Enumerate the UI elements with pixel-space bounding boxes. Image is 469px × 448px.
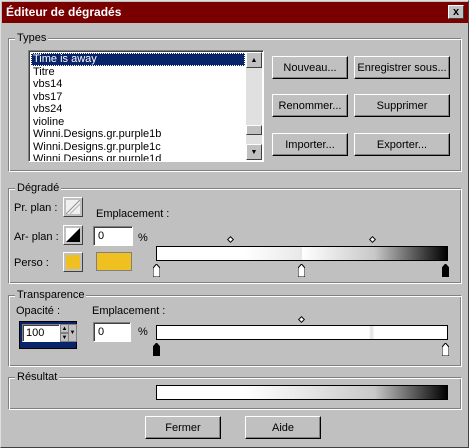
gradient-types-items: Time is away Titre vbs14 vbs17 vbs24 violine W…	[31, 53, 245, 161]
background-label: Ar- plan :	[14, 231, 59, 243]
close-button[interactable]: Fermer	[145, 416, 221, 439]
list-item[interactable]: Titre	[31, 66, 245, 79]
arrow-down-icon: ▼	[250, 148, 258, 156]
list-scrollbar[interactable]: ▲ ▼	[246, 52, 262, 160]
result-preview-bar	[156, 385, 448, 400]
transparency-location-input[interactable]: 0	[93, 322, 131, 342]
transparency-stop-start[interactable]	[153, 343, 160, 356]
custom-label: Perso :	[14, 257, 49, 269]
export-button[interactable]: Exporter...	[354, 133, 450, 156]
title-bar[interactable]: Éditeur de dégradés x	[2, 2, 468, 23]
gradient-preview-bar[interactable]	[156, 246, 448, 261]
opacity-value: 100	[26, 327, 45, 339]
opacity-dropdown[interactable]: ▼	[68, 324, 77, 342]
list-item[interactable]: Winni.Designs.gr.purple1c	[31, 141, 245, 154]
list-item[interactable]: Winni.Designs.gr.purple1d	[31, 153, 245, 161]
transparency-location-value: 0	[98, 326, 105, 338]
gradient-stop-start[interactable]	[153, 264, 160, 277]
transparency-location-label: Emplacement :	[92, 305, 166, 317]
close-icon: x	[452, 5, 460, 18]
list-item[interactable]: vbs14	[31, 78, 245, 91]
list-item[interactable]: Winni.Designs.gr.purple1b	[31, 128, 245, 141]
gradient-stop-end[interactable]	[442, 264, 449, 277]
gradient-location-input[interactable]: 0	[93, 226, 133, 246]
transparency-preview-bar[interactable]	[156, 325, 448, 340]
gradient-editor-window: Éditeur de dégradés x Types Time is away…	[0, 0, 469, 448]
foreground-label: Pr. plan :	[14, 202, 58, 214]
gradient-percent-label: %	[138, 232, 148, 244]
rename-button[interactable]: Renommer...	[272, 94, 348, 117]
opacity-input[interactable]: 100	[22, 324, 60, 342]
save-as-button[interactable]: Enregistrer sous...	[354, 56, 450, 79]
transparency-percent-label: %	[138, 326, 148, 338]
opacity-control[interactable]: 100 ▲ ▼ ▼	[19, 321, 77, 349]
scroll-up-button[interactable]: ▲	[246, 52, 262, 68]
custom-color-box[interactable]	[96, 252, 132, 271]
foreground-to-transparent-icon	[66, 200, 80, 214]
result-group-label: Résultat	[15, 371, 60, 383]
custom-swatch[interactable]	[63, 252, 83, 272]
opacity-label: Opacité :	[16, 305, 61, 317]
custom-color-chip	[66, 255, 80, 269]
arrow-up-icon: ▲	[250, 56, 258, 64]
transparency-stop-end[interactable]	[442, 343, 449, 356]
scroll-down-button[interactable]: ▼	[246, 144, 262, 160]
transparency-group-label: Transparence	[15, 289, 87, 301]
scroll-thumb[interactable]	[246, 125, 262, 135]
list-item[interactable]: Time is away	[31, 53, 245, 66]
new-button[interactable]: Nouveau...	[272, 56, 348, 79]
foreground-swatch[interactable]	[63, 197, 83, 217]
background-swatch[interactable]	[63, 225, 83, 245]
window-title: Éditeur de dégradés	[6, 5, 122, 19]
gradient-types-list[interactable]: Time is away Titre vbs14 vbs17 vbs24 violine W…	[28, 50, 264, 162]
import-button[interactable]: Importer...	[272, 133, 348, 156]
list-item[interactable]: vbs24	[31, 103, 245, 116]
gradient-location-value: 0	[98, 230, 105, 242]
gradient-group-label: Dégradé	[15, 182, 62, 194]
list-item[interactable]: vbs17	[31, 91, 245, 104]
gradient-stop-middle[interactable]	[298, 264, 305, 277]
types-group-label: Types	[15, 32, 49, 44]
gradient-location-label: Emplacement :	[96, 208, 170, 220]
list-item[interactable]: violine	[31, 116, 245, 129]
foreground-to-background-icon	[66, 228, 80, 242]
help-button[interactable]: Aide	[245, 416, 321, 439]
delete-button[interactable]: Supprimer	[354, 94, 450, 117]
close-window-button[interactable]: x	[448, 5, 464, 19]
